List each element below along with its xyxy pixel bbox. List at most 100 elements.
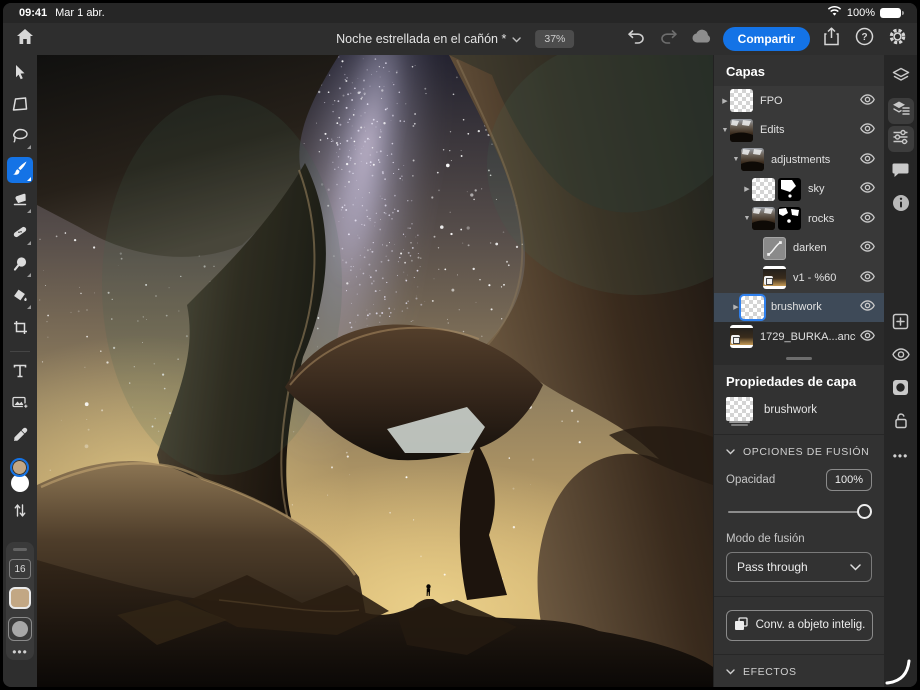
clone-stamp-tool[interactable] bbox=[7, 253, 33, 279]
ellipsis-icon: ••• bbox=[893, 453, 909, 459]
expand-arrow-icon[interactable]: ▶ bbox=[731, 303, 741, 311]
brush-tool[interactable] bbox=[7, 157, 33, 183]
layer-mask-thumbnail[interactable] bbox=[778, 178, 801, 201]
healing-tool[interactable] bbox=[7, 221, 33, 247]
home-button[interactable] bbox=[13, 27, 37, 51]
more-button[interactable]: ••• bbox=[888, 443, 914, 469]
layer-row-darken[interactable]: darken bbox=[714, 234, 884, 264]
battery-percent: 100% bbox=[847, 7, 875, 19]
fill-tool[interactable] bbox=[7, 285, 33, 311]
transform-quad-icon bbox=[12, 97, 28, 116]
lasso-icon bbox=[12, 128, 28, 148]
smart-object-thumbnail[interactable] bbox=[763, 266, 786, 289]
undo-button[interactable] bbox=[624, 27, 648, 51]
effects-header[interactable]: EFECTOS bbox=[714, 655, 884, 687]
unlocked-padlock-icon bbox=[893, 412, 908, 434]
document-title-menu[interactable]: Noche estrellada en el cañón * bbox=[336, 32, 521, 46]
chevron-down-icon bbox=[726, 666, 735, 678]
layer-row-1729-burka-anced-nr33[interactable]: 1729_BURKA...anced-NR33 bbox=[714, 322, 884, 352]
eyedropper-tool[interactable] bbox=[7, 424, 33, 450]
visibility-button[interactable] bbox=[888, 344, 914, 370]
layer-thumbnail-photo[interactable] bbox=[741, 148, 764, 171]
export-icon bbox=[823, 27, 840, 51]
slider-knob[interactable] bbox=[857, 504, 872, 519]
date: Mar 1 abr. bbox=[55, 7, 105, 19]
visibility-eye-icon[interactable] bbox=[860, 151, 875, 169]
zoom-level-badge[interactable]: 37% bbox=[535, 30, 574, 48]
panel-divider[interactable] bbox=[714, 352, 884, 365]
layer-thumbnail-transparent[interactable] bbox=[741, 296, 764, 319]
opacity-slider[interactable] bbox=[728, 504, 870, 520]
more-brush-options-button[interactable]: ••• bbox=[12, 649, 28, 655]
expand-arrow-icon[interactable]: ▼ bbox=[731, 156, 741, 163]
lock-button[interactable] bbox=[888, 410, 914, 436]
layer-thumbnail-transparent[interactable] bbox=[752, 178, 775, 201]
convert-smart-object-button[interactable]: Conv. a objeto intelig. bbox=[726, 610, 873, 641]
info-button[interactable] bbox=[888, 192, 914, 218]
layer-row-edits[interactable]: ▼Edits bbox=[714, 116, 884, 146]
visibility-eye-icon[interactable] bbox=[860, 180, 875, 198]
visibility-eye-icon[interactable] bbox=[860, 121, 875, 139]
color-wells[interactable] bbox=[7, 458, 33, 496]
layer-properties-toggle[interactable] bbox=[888, 98, 914, 124]
layer-row-fpo[interactable]: ▶FPO bbox=[714, 86, 884, 116]
submenu-indicator bbox=[27, 145, 31, 149]
brush-color-swatch[interactable] bbox=[9, 587, 31, 609]
eraser-tool[interactable] bbox=[7, 189, 33, 215]
layer-row-v1-60[interactable]: v1 - %60 bbox=[714, 263, 884, 293]
submenu-indicator bbox=[27, 177, 31, 181]
help-button[interactable]: ? bbox=[852, 27, 876, 51]
expand-arrow-icon[interactable]: ▶ bbox=[720, 97, 730, 105]
move-tool[interactable] bbox=[7, 61, 33, 87]
drag-handle[interactable] bbox=[13, 548, 27, 551]
layers-panel-toggle[interactable] bbox=[888, 65, 914, 91]
lasso-tool[interactable] bbox=[7, 125, 33, 151]
brush-size-field[interactable]: 16 bbox=[9, 559, 31, 579]
settings-button[interactable] bbox=[885, 27, 909, 51]
expand-arrow-icon[interactable]: ▼ bbox=[720, 127, 730, 134]
blend-mode-dropdown[interactable]: Pass through bbox=[726, 552, 872, 582]
adjustment-curves-thumbnail[interactable] bbox=[763, 237, 786, 260]
svg-text:?: ? bbox=[861, 32, 867, 43]
blend-options-header[interactable]: OPCIONES DE FUSIÓN bbox=[714, 435, 884, 467]
adjustments-toggle[interactable] bbox=[888, 126, 914, 152]
visibility-eye-icon[interactable] bbox=[860, 92, 875, 110]
layer-thumbnail-transparent[interactable] bbox=[730, 89, 753, 112]
layer-row-sky[interactable]: ▶sky bbox=[714, 175, 884, 205]
layer-row-brushwork[interactable]: ▶brushwork bbox=[714, 293, 884, 323]
layer-properties-title: Propiedades de capa bbox=[714, 365, 884, 395]
brush-tip-selector[interactable] bbox=[8, 617, 32, 641]
smart-object-icon bbox=[734, 617, 748, 634]
comments-button[interactable] bbox=[888, 159, 914, 185]
transform-tool[interactable] bbox=[7, 93, 33, 119]
swap-colors-button[interactable] bbox=[7, 500, 33, 526]
place-image-tool[interactable] bbox=[7, 392, 33, 418]
smart-object-thumbnail[interactable] bbox=[730, 325, 753, 348]
visibility-eye-icon[interactable] bbox=[860, 269, 875, 287]
type-tool[interactable] bbox=[7, 360, 33, 386]
layer-row-adjustments[interactable]: ▼adjustments bbox=[714, 145, 884, 175]
expand-arrow-icon[interactable]: ▼ bbox=[742, 215, 752, 222]
layer-row-rocks[interactable]: ▼rocks bbox=[714, 204, 884, 234]
export-button[interactable] bbox=[819, 27, 843, 51]
cloud-sync-button[interactable] bbox=[690, 27, 714, 51]
layer-thumbnail-photo[interactable] bbox=[730, 119, 753, 142]
layer-mask-thumbnail[interactable] bbox=[778, 207, 801, 230]
document-canvas[interactable] bbox=[37, 55, 713, 687]
layer-thumbnail-photo[interactable] bbox=[752, 207, 775, 230]
visibility-eye-icon[interactable] bbox=[860, 328, 875, 346]
add-layer-button[interactable] bbox=[888, 311, 914, 337]
visibility-eye-icon[interactable] bbox=[860, 239, 875, 257]
visibility-eye-icon[interactable] bbox=[860, 210, 875, 228]
expand-arrow-icon[interactable]: ▶ bbox=[742, 185, 752, 193]
share-button[interactable]: Compartir bbox=[723, 27, 810, 51]
foreground-color-well[interactable] bbox=[10, 458, 29, 477]
opacity-value-field[interactable]: 100% bbox=[826, 469, 872, 491]
redo-button[interactable] bbox=[657, 27, 681, 51]
visibility-eye-icon[interactable] bbox=[860, 298, 875, 316]
mask-button[interactable] bbox=[888, 377, 914, 403]
layer-name: v1 - %60 bbox=[793, 272, 856, 284]
crop-tool[interactable] bbox=[7, 317, 33, 343]
magnifier-icon bbox=[13, 256, 28, 277]
slider-track bbox=[728, 511, 870, 513]
